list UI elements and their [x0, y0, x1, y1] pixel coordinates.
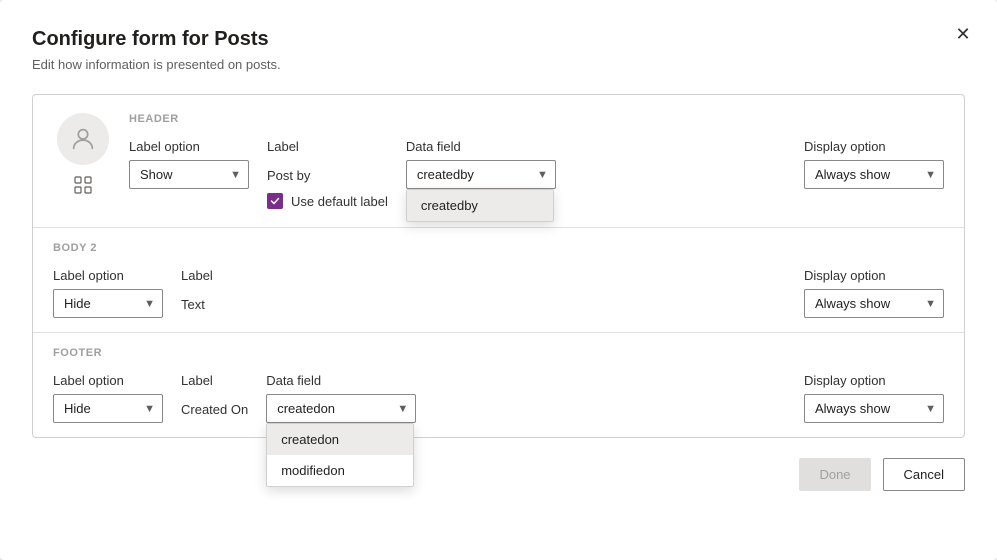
footer-dropdown-item-modifiedon[interactable]: modifiedon	[267, 455, 413, 486]
checkmark-icon	[270, 196, 280, 206]
dialog-footer: Done Cancel	[32, 458, 965, 491]
header-label-group: Label Post by Use default label	[267, 139, 388, 209]
header-label-option-label: Label option	[129, 139, 249, 154]
header-display-option-label: Display option	[804, 139, 944, 154]
use-default-label: Use default label	[291, 194, 388, 209]
grid-icon	[71, 173, 95, 197]
header-section-label: HEADER	[129, 113, 944, 125]
body2-display-option-select-wrapper: Always show Hide ▼	[804, 289, 944, 318]
body2-label-option-select[interactable]: Hide Show	[53, 289, 163, 318]
header-display-option-group: Display option Always show Hide ▼	[804, 139, 944, 189]
cancel-button[interactable]: Cancel	[883, 458, 965, 491]
person-icon	[69, 125, 97, 153]
configure-dialog: Configure form for Posts Edit how inform…	[0, 0, 997, 560]
body2-section-label: BODY 2	[53, 242, 944, 254]
close-icon: ✕	[955, 24, 970, 45]
header-display-option-select-wrapper: Always show Hide ▼	[804, 160, 944, 189]
dialog-subtitle: Edit how information is presented on pos…	[32, 57, 965, 72]
header-display-option-select[interactable]: Always show Hide	[804, 160, 944, 189]
header-label-option-group: Label option Show Hide ▼	[129, 139, 249, 189]
body2-fields-row: Label option Hide Show ▼ Label Text	[53, 268, 944, 318]
footer-data-field-select[interactable]: createdon modifiedon	[266, 394, 416, 423]
header-dropdown-item-createdby[interactable]: createdby	[407, 190, 553, 221]
use-default-checkbox[interactable]	[267, 193, 283, 209]
footer-section-label: FOOTER	[53, 347, 944, 359]
body2-label-option-label: Label option	[53, 268, 163, 283]
footer-label-option-select-wrapper: Hide Show ▼	[53, 394, 163, 423]
body2-label-option-group: Label option Hide Show ▼	[53, 268, 163, 318]
body2-label-label: Label	[181, 268, 213, 283]
footer-data-field-label: Data field	[266, 373, 416, 388]
footer-fields-row: Label option Hide Show ▼ Label Created O…	[53, 373, 944, 423]
footer-display-option-group: Display option Always show Hide ▼	[804, 373, 944, 423]
footer-label-label: Label	[181, 373, 248, 388]
body2-display-option-group: Display option Always show Hide ▼	[804, 268, 944, 318]
body2-label-group: Label Text	[181, 268, 213, 312]
header-fields-row: Label option Show Hide ▼ Label Post by	[129, 139, 944, 209]
body2-display-option-select[interactable]: Always show Hide	[804, 289, 944, 318]
header-data-field-label: Data field	[406, 139, 556, 154]
header-content: HEADER Label option Show Hide ▼	[129, 113, 944, 209]
close-button[interactable]: ✕	[949, 20, 977, 48]
header-label-text: Post by	[267, 160, 388, 183]
header-data-field-dropdown: createdby	[406, 189, 554, 222]
footer-section: FOOTER Label option Hide Show ▼ Label	[33, 333, 964, 437]
footer-label-option-select[interactable]: Hide Show	[53, 394, 163, 423]
footer-data-field-dropdown: createdon modifiedon	[266, 423, 414, 487]
body2-label-option-select-wrapper: Hide Show ▼	[53, 289, 163, 318]
body2-display-option-label: Display option	[804, 268, 944, 283]
header-label-option-select-wrapper: Show Hide ▼	[129, 160, 249, 189]
footer-display-option-select[interactable]: Always show Hide	[804, 394, 944, 423]
header-data-field-select-wrapper: createdby ▼	[406, 160, 556, 189]
avatar-area	[53, 113, 113, 197]
footer-label-option-group: Label option Hide Show ▼	[53, 373, 163, 423]
body2-label-text: Text	[181, 289, 213, 312]
main-card: HEADER Label option Show Hide ▼	[32, 94, 965, 438]
body2-section: BODY 2 Label option Hide Show ▼ Label	[33, 228, 964, 333]
header-label-label: Label	[267, 139, 388, 154]
footer-label-option-label: Label option	[53, 373, 163, 388]
footer-data-field-select-wrapper: createdon modifiedon ▼	[266, 394, 416, 423]
dialog-title: Configure form for Posts	[32, 28, 965, 51]
footer-display-option-label: Display option	[804, 373, 944, 388]
done-button[interactable]: Done	[799, 458, 870, 491]
footer-label-group: Label Created On	[181, 373, 248, 417]
footer-display-option-select-wrapper: Always show Hide ▼	[804, 394, 944, 423]
header-label-option-select[interactable]: Show Hide	[129, 160, 249, 189]
header-data-field-select[interactable]: createdby	[406, 160, 556, 189]
avatar	[57, 113, 109, 165]
footer-label-text: Created On	[181, 394, 248, 417]
footer-dropdown-item-createdon[interactable]: createdon	[267, 424, 413, 455]
header-section: HEADER Label option Show Hide ▼	[33, 95, 964, 228]
header-use-default-row: Use default label	[267, 193, 388, 209]
footer-data-field-group: Data field createdon modifiedon ▼ create…	[266, 373, 416, 423]
header-data-field-group: Data field createdby ▼ createdby	[406, 139, 556, 189]
